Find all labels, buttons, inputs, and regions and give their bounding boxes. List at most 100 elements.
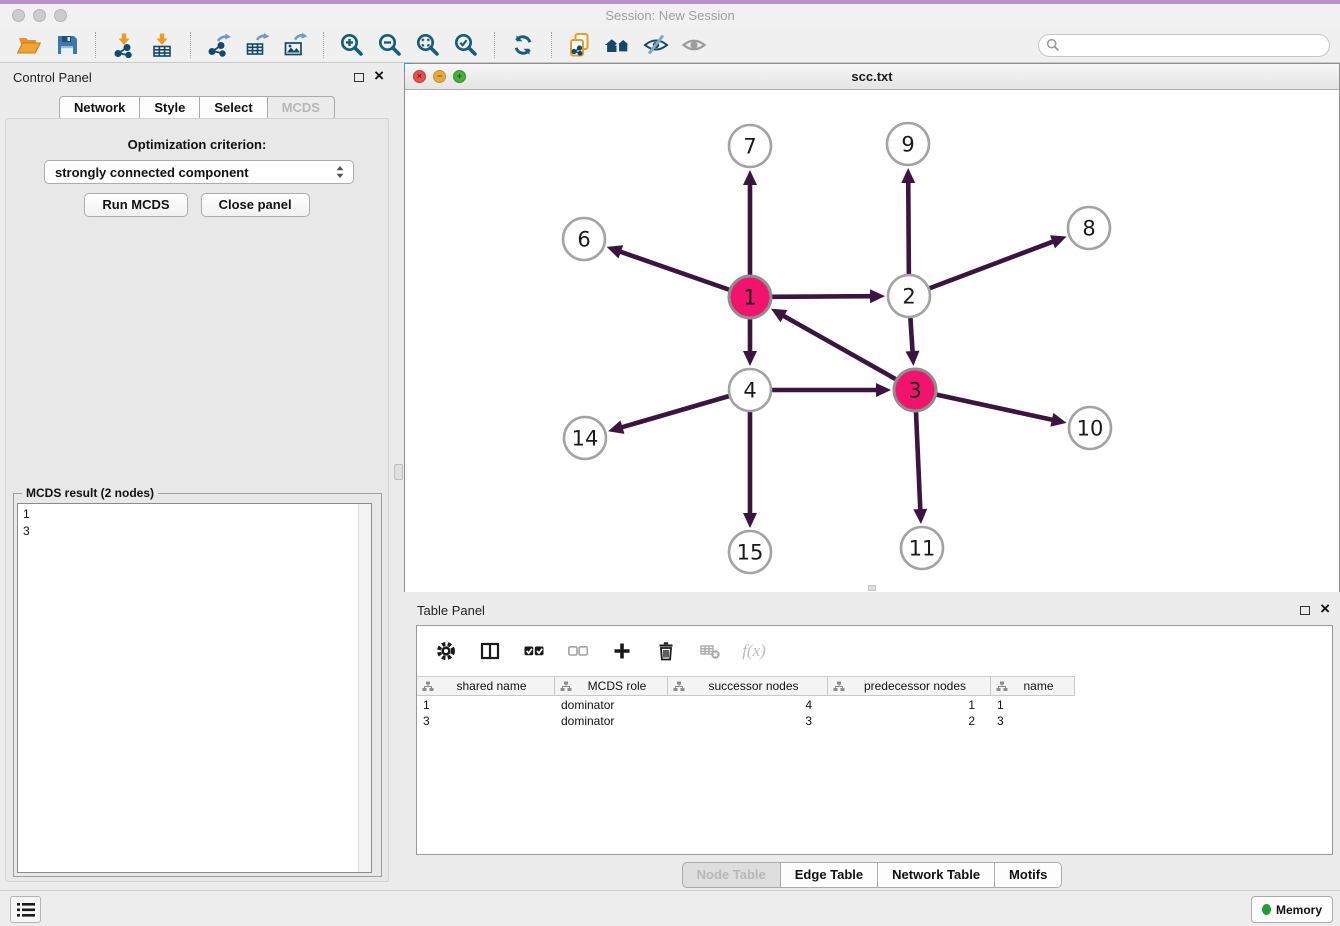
float-panel-icon[interactable] [354, 73, 364, 82]
cell-name[interactable]: 3 [991, 713, 1075, 729]
close-panel-icon[interactable]: × [374, 69, 384, 83]
cell-successor-nodes[interactable]: 3 [668, 713, 828, 729]
control-panel-title: Control Panel [13, 70, 92, 85]
node-label-7: 7 [743, 135, 756, 159]
import-table-button[interactable] [146, 30, 178, 60]
import-network-button[interactable] [108, 30, 140, 60]
export-network-icon [206, 32, 232, 58]
export-network-button[interactable] [203, 30, 235, 60]
hide-selected-button[interactable] [640, 30, 672, 60]
edge-1-6[interactable] [619, 251, 729, 290]
network-canvas[interactable]: 7968124314101511 [405, 90, 1339, 592]
column-header-shared-name[interactable]: shared name [417, 677, 555, 695]
arrowhead-1-7 [743, 170, 757, 185]
cell-MCDS-role[interactable]: dominator [555, 697, 668, 713]
node-label-3: 3 [908, 379, 921, 403]
show-all-button[interactable] [678, 30, 710, 60]
column-header-successor-nodes[interactable]: successor nodes [668, 677, 828, 695]
criterion-value: strongly connected component [55, 165, 333, 180]
tab-network-table[interactable]: Network Table [878, 862, 995, 888]
cell-predecessor-nodes[interactable]: 1 [828, 697, 991, 713]
arrowhead-1-6 [607, 245, 623, 258]
edge-2-3[interactable] [910, 318, 912, 353]
tab-style[interactable]: Style [140, 96, 200, 120]
cell-predecessor-nodes[interactable]: 2 [828, 713, 991, 729]
cell-name[interactable]: 1 [991, 697, 1075, 713]
cell-shared-name[interactable]: 1 [417, 697, 555, 713]
unchecked-boxes-icon [567, 640, 589, 662]
edge-4-14[interactable] [621, 396, 729, 428]
close-panel-button[interactable]: Close panel [201, 193, 310, 217]
tab-node-table[interactable]: Node Table [682, 862, 781, 888]
arrowhead-2-3 [906, 351, 920, 366]
zoom-selected-button[interactable] [450, 30, 482, 60]
edge-3-1[interactable] [782, 315, 896, 379]
column-header-MCDS-role[interactable]: MCDS role [555, 677, 668, 695]
checked-boxes-icon [523, 640, 545, 662]
add-column-button[interactable] [605, 634, 639, 668]
mcds-result-box[interactable]: 1 3 [17, 503, 372, 873]
export-image-button[interactable] [279, 30, 311, 60]
open-session-button[interactable] [13, 30, 45, 60]
open-folder-icon [16, 32, 42, 58]
cell-shared-name[interactable]: 3 [417, 713, 555, 729]
delete-column-button[interactable] [649, 634, 683, 668]
tab-motifs[interactable]: Motifs [995, 862, 1062, 888]
run-mcds-button[interactable]: Run MCDS [84, 193, 187, 217]
cell-MCDS-role[interactable]: dominator [555, 713, 668, 729]
zoom-out-icon [377, 32, 403, 58]
select-all-button[interactable] [517, 634, 551, 668]
edge-3-10[interactable] [936, 395, 1053, 420]
criterion-select[interactable]: strongly connected component [44, 160, 354, 184]
mcds-result-group: MCDS result (2 nodes) 1 3 [13, 493, 382, 877]
zoom-in-button[interactable] [336, 30, 368, 60]
table-body: 1dominator4113dominator323 [417, 697, 1332, 729]
edge-3-11[interactable] [916, 412, 920, 511]
tab-mcds[interactable]: MCDS [268, 96, 335, 120]
table-toolbar: f(x) [417, 626, 1332, 676]
arrowhead-4-14 [608, 420, 624, 433]
tab-network[interactable]: Network [59, 96, 140, 120]
search-input[interactable] [1064, 37, 1322, 53]
first-neighbors-button[interactable] [602, 30, 634, 60]
network-window-titlebar[interactable]: × − + scc.txt [405, 64, 1339, 90]
search-box[interactable] [1038, 34, 1330, 57]
table-row[interactable]: 3dominator323 [417, 713, 1332, 729]
column-header-predecessor-nodes[interactable]: predecessor nodes [828, 677, 991, 695]
refresh-button[interactable] [507, 30, 539, 60]
node-label-1: 1 [743, 286, 756, 310]
close-panel-icon[interactable]: × [1320, 602, 1330, 616]
edge-1-2[interactable] [772, 296, 872, 297]
task-history-button[interactable] [10, 896, 41, 923]
edge-2-9[interactable] [908, 181, 909, 274]
panel-splitter-grip[interactable] [394, 464, 403, 480]
memory-label: Memory [1276, 903, 1322, 917]
save-icon [54, 32, 80, 58]
zoom-selected-icon [453, 32, 479, 58]
table-row[interactable]: 1dominator411 [417, 697, 1332, 713]
save-session-button[interactable] [51, 30, 83, 60]
deselect-all-button[interactable] [561, 634, 595, 668]
column-visibility-button[interactable] [473, 634, 507, 668]
export-table-button[interactable] [241, 30, 273, 60]
table-settings-button[interactable] [429, 634, 463, 668]
zoom-fit-button[interactable] [412, 30, 444, 60]
node-label-15: 15 [737, 541, 764, 565]
memory-status-icon [1262, 904, 1271, 915]
column-header-name[interactable]: name [991, 677, 1075, 695]
zoom-out-button[interactable] [374, 30, 406, 60]
duplicate-network-button[interactable] [564, 30, 596, 60]
result-scrollbar[interactable] [358, 504, 371, 872]
tab-select[interactable]: Select [200, 96, 267, 120]
table-panel-title: Table Panel [417, 603, 485, 618]
memory-button[interactable]: Memory [1251, 896, 1333, 923]
edge-2-8[interactable] [930, 241, 1055, 288]
delete-table-button[interactable] [693, 634, 727, 668]
network-resize-grip[interactable] [868, 585, 876, 591]
float-panel-icon[interactable] [1300, 606, 1310, 615]
cell-successor-nodes[interactable]: 4 [668, 697, 828, 713]
import-network-icon [111, 32, 137, 58]
tab-edge-table[interactable]: Edge Table [781, 862, 878, 888]
function-builder-button[interactable]: f(x) [737, 634, 771, 668]
list-icon [15, 901, 37, 919]
